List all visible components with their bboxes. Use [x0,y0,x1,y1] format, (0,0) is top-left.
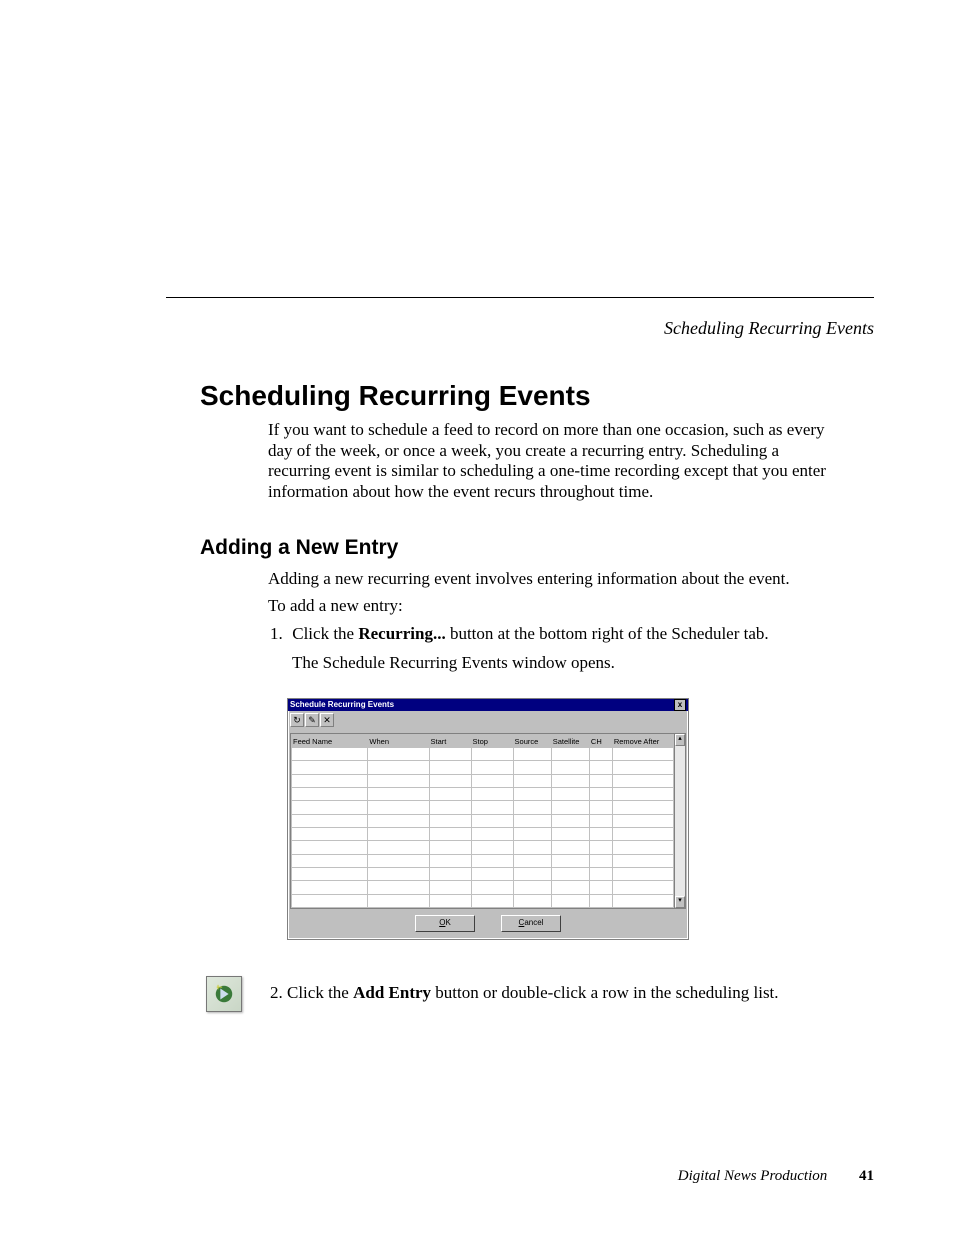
top-rule [166,297,874,298]
col-start[interactable]: Start [429,735,471,748]
table-row[interactable] [292,761,674,774]
ok-button[interactable]: OK [415,915,475,932]
toolbar-edit-icon[interactable]: ✎ [305,713,319,727]
col-feed-name[interactable]: Feed Name [292,735,368,748]
table-row[interactable] [292,801,674,814]
subsection-body: Adding a new recurring event involves en… [268,568,836,623]
schedule-recurring-events-window: Schedule Recurring Events x ↻ ✎ ✕ Feed N… [287,698,689,940]
events-table[interactable]: Feed Name When Start Stop Source Satelli… [291,734,674,908]
intro-paragraph: If you want to schedule a feed to record… [268,420,836,503]
col-stop[interactable]: Stop [471,735,513,748]
table-row[interactable] [292,827,674,840]
scroll-up-icon[interactable]: ▴ [675,734,685,746]
window-title: Schedule Recurring Events [290,699,394,711]
page-footer: Digital News Production 41 [678,1168,874,1185]
grid-wrap: Feed Name When Start Stop Source Satelli… [290,733,686,909]
step-text-bold: Recurring... [358,624,445,643]
page-number: 41 [859,1168,874,1184]
table-row[interactable] [292,841,674,854]
toolbar-delete-icon[interactable]: ✕ [320,713,334,727]
step-number: 2. [270,983,283,1002]
step-1: 1. Click the Recurring... button at the … [270,622,836,675]
col-source[interactable]: Source [513,735,551,748]
step-2: 2. Click the Add Entry button or double-… [270,983,836,1003]
step-text-post: button at the bottom right of the Schedu… [446,624,769,643]
toolbar-refresh-icon[interactable]: ↻ [290,713,304,727]
table-row[interactable] [292,867,674,880]
table-row[interactable] [292,787,674,800]
ok-label-rest: K [445,918,450,927]
cancel-label-rest: ancel [524,918,543,927]
table-row[interactable] [292,748,674,761]
window-toolbar: ↻ ✎ ✕ [288,711,688,731]
table-header-row: Feed Name When Start Stop Source Satelli… [292,735,674,748]
step-text-post: button or double-click a row in the sche… [431,983,779,1002]
close-icon[interactable]: x [674,699,686,711]
body-line-2: To add a new entry: [268,595,836,616]
table-body[interactable] [292,748,674,908]
vertical-scrollbar[interactable]: ▴ ▾ [674,734,685,908]
page: Scheduling Recurring Events Scheduling R… [0,0,954,1235]
col-remove-after[interactable]: Remove After [612,735,673,748]
subsection-heading: Adding a New Entry [200,536,398,560]
dialog-button-row: OK Cancel [288,909,688,932]
table-row[interactable] [292,854,674,867]
book-title: Digital News Production [678,1168,827,1184]
col-when[interactable]: When [368,735,429,748]
col-ch[interactable]: CH [589,735,612,748]
running-head: Scheduling Recurring Events [664,318,874,339]
body-line-1: Adding a new recurring event involves en… [268,568,836,589]
window-titlebar: Schedule Recurring Events x [288,699,688,711]
add-entry-icon [206,976,242,1012]
step-text-bold: Add Entry [353,983,431,1002]
table-row[interactable] [292,814,674,827]
step-subtext: The Schedule Recurring Events window ope… [292,651,836,676]
table-row[interactable] [292,894,674,907]
step-text-pre: Click the [287,983,353,1002]
scroll-track[interactable] [675,746,685,896]
table-row[interactable] [292,881,674,894]
cancel-button[interactable]: Cancel [501,915,561,932]
scroll-down-icon[interactable]: ▾ [675,896,685,908]
table-row[interactable] [292,774,674,787]
step-text-pre: Click the [292,624,358,643]
step-number: 1. [270,622,288,647]
section-heading: Scheduling Recurring Events [200,380,591,412]
col-satellite[interactable]: Satellite [551,735,589,748]
